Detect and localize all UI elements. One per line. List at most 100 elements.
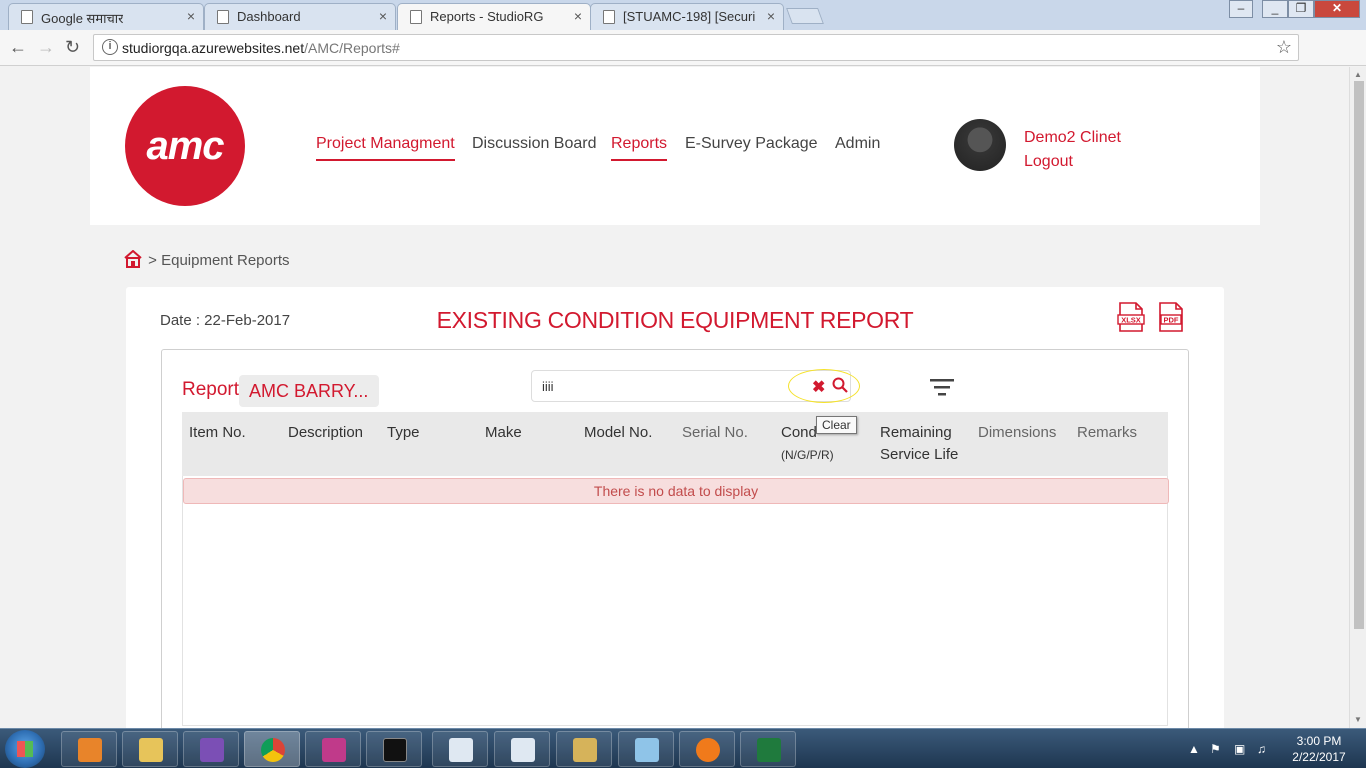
taskbar-firefox[interactable] xyxy=(679,731,735,767)
search-icon[interactable] xyxy=(832,377,848,393)
tab-close-icon[interactable]: × xyxy=(574,8,582,24)
back-icon[interactable]: ← xyxy=(9,37,27,58)
col-description[interactable]: Description xyxy=(288,422,363,444)
cmd-icon xyxy=(383,738,407,762)
logout-link[interactable]: Logout xyxy=(1024,153,1073,171)
taskbar-cmd[interactable] xyxy=(366,731,422,767)
bookmark-star-icon[interactable]: ☆ xyxy=(1276,37,1292,58)
visual-studio-icon xyxy=(200,738,224,762)
tools-icon xyxy=(573,738,597,762)
amc-logo[interactable]: amc xyxy=(125,86,245,206)
outlook-icon xyxy=(78,738,102,762)
filter-icon[interactable] xyxy=(930,378,954,396)
taskbar-chrome[interactable] xyxy=(244,731,300,767)
col-type[interactable]: Type xyxy=(387,422,420,444)
taskbar-app-window-2[interactable] xyxy=(494,731,550,767)
taskbar-visual-studio[interactable] xyxy=(183,731,239,767)
page-scrollbar[interactable]: ▲ ▼ xyxy=(1349,67,1366,728)
window-icon xyxy=(511,738,535,762)
taskbar-outlook[interactable] xyxy=(61,731,117,767)
col-remaining-service-life[interactable]: Remaining Service Life xyxy=(880,422,958,466)
table-body: There is no data to display xyxy=(182,476,1169,726)
search-box: iiii ✖ xyxy=(531,369,860,403)
reload-icon[interactable]: ↻ xyxy=(65,37,80,58)
breadcrumb-current: Equipment Reports xyxy=(161,252,290,269)
page-icon xyxy=(603,10,615,24)
taskbar-explorer[interactable] xyxy=(122,731,178,767)
no-data-message: There is no data to display xyxy=(183,478,1169,504)
forward-icon[interactable]: → xyxy=(37,37,55,58)
taskbar-app-window-1[interactable] xyxy=(432,731,488,767)
tab-close-icon[interactable]: × xyxy=(767,8,775,24)
site-header: amc Project Managment Discussion Board R… xyxy=(90,67,1260,225)
show-hidden-icons-icon[interactable]: ▲ xyxy=(1188,742,1200,756)
url-text[interactable]: studiorgqa.azurewebsites.net/AMC/Reports… xyxy=(122,40,400,56)
close-window-button[interactable]: ✕ xyxy=(1314,0,1360,18)
report-card: Date : 22-Feb-2017 EXISTING CONDITION EQ… xyxy=(126,287,1224,728)
tab-jira[interactable]: [STUAMC-198] [Security] × xyxy=(590,3,784,30)
browser-toolbar: ← → ↻ i studiorgqa.azurewebsites.net/AMC… xyxy=(0,30,1366,85)
tab-close-icon[interactable]: × xyxy=(187,8,195,24)
clock-time: 3:00 PM xyxy=(1296,734,1342,748)
window-icon xyxy=(449,738,473,762)
scroll-down-icon[interactable]: ▼ xyxy=(1354,715,1362,724)
maximize-button[interactable]: ❐ xyxy=(1288,0,1314,18)
search-input[interactable]: iiii xyxy=(542,379,554,394)
taskbar-snipping[interactable] xyxy=(305,731,361,767)
nav-reports[interactable]: Reports xyxy=(611,135,668,161)
tab-dashboard[interactable]: Dashboard × xyxy=(204,3,396,30)
start-button[interactable] xyxy=(5,730,45,768)
scroll-up-icon[interactable]: ▲ xyxy=(1354,70,1362,79)
tab-label: Reports - StudioRG xyxy=(430,9,544,24)
paint-icon xyxy=(635,738,659,762)
volume-icon[interactable]: ♫ xyxy=(1257,742,1266,756)
col-item-no[interactable]: Item No. xyxy=(189,422,246,444)
avatar[interactable] xyxy=(954,119,1006,171)
tab-label: Google समाचार xyxy=(41,11,124,26)
col-condition-sub: (N/G/P/R) xyxy=(781,448,834,462)
taskbar-tools[interactable] xyxy=(556,731,612,767)
new-tab-button[interactable] xyxy=(786,8,824,24)
system-clock[interactable]: 3:00 PM 2/22/2017 xyxy=(1284,733,1354,765)
col-model-no[interactable]: Model No. xyxy=(584,422,652,444)
scroll-thumb[interactable] xyxy=(1354,81,1364,629)
info-icon[interactable]: i xyxy=(102,39,118,55)
network-icon[interactable]: ▣ xyxy=(1234,742,1245,756)
clock-date: 2/22/2017 xyxy=(1292,750,1346,764)
col-remaining-label: Remaining xyxy=(880,424,952,441)
pdf-label: PDF xyxy=(1164,316,1179,325)
action-center-icon[interactable]: ⚑ xyxy=(1210,742,1221,756)
address-bar[interactable]: i studiorgqa.azurewebsites.net/AMC/Repor… xyxy=(93,34,1299,61)
taskbar-paint[interactable] xyxy=(618,731,674,767)
nav-e-survey-package[interactable]: E-Survey Package xyxy=(685,135,818,153)
col-condition-label: Cond xyxy=(781,424,817,441)
nav-admin[interactable]: Admin xyxy=(835,135,880,153)
col-make[interactable]: Make xyxy=(485,422,522,444)
user-name[interactable]: Demo2 Clinet xyxy=(1024,129,1121,147)
page-icon xyxy=(217,10,229,24)
browser-tab-strip: Google समाचार × Dashboard × Reports - St… xyxy=(0,0,1366,30)
pdf-export-icon[interactable]: PDF xyxy=(1156,302,1186,332)
nav-discussion-board[interactable]: Discussion Board xyxy=(472,135,597,153)
folder-icon xyxy=(139,738,163,762)
col-dimensions[interactable]: Dimensions xyxy=(978,422,1056,444)
tab-google-news[interactable]: Google समाचार × xyxy=(8,3,204,30)
report-select[interactable]: AMC BARRY... xyxy=(239,375,379,407)
taskbar-excel[interactable] xyxy=(740,731,796,767)
tab-reports[interactable]: Reports - StudioRG × xyxy=(397,3,591,30)
tab-label: [STUAMC-198] [Security] xyxy=(623,9,755,24)
tab-label: Dashboard xyxy=(237,9,301,24)
tab-close-icon[interactable]: × xyxy=(379,8,387,24)
col-serial-no[interactable]: Serial No. xyxy=(682,422,748,444)
minimize-button[interactable]: – xyxy=(1229,0,1253,18)
windows-taskbar: ▲ ⚑ ▣ ♫ 3:00 PM 2/22/2017 xyxy=(0,728,1366,768)
minimize-window-button[interactable]: _ xyxy=(1262,0,1288,18)
flame-icon xyxy=(696,738,720,762)
pen-icon xyxy=(322,738,346,762)
xlsx-export-icon[interactable]: XLSX xyxy=(1116,302,1146,332)
home-icon[interactable] xyxy=(124,250,142,268)
col-remaining-sub: Service Life xyxy=(880,446,959,463)
clear-icon[interactable]: ✖ xyxy=(812,377,825,397)
nav-project-management[interactable]: Project Managment xyxy=(316,135,455,161)
col-remarks[interactable]: Remarks xyxy=(1077,422,1137,444)
